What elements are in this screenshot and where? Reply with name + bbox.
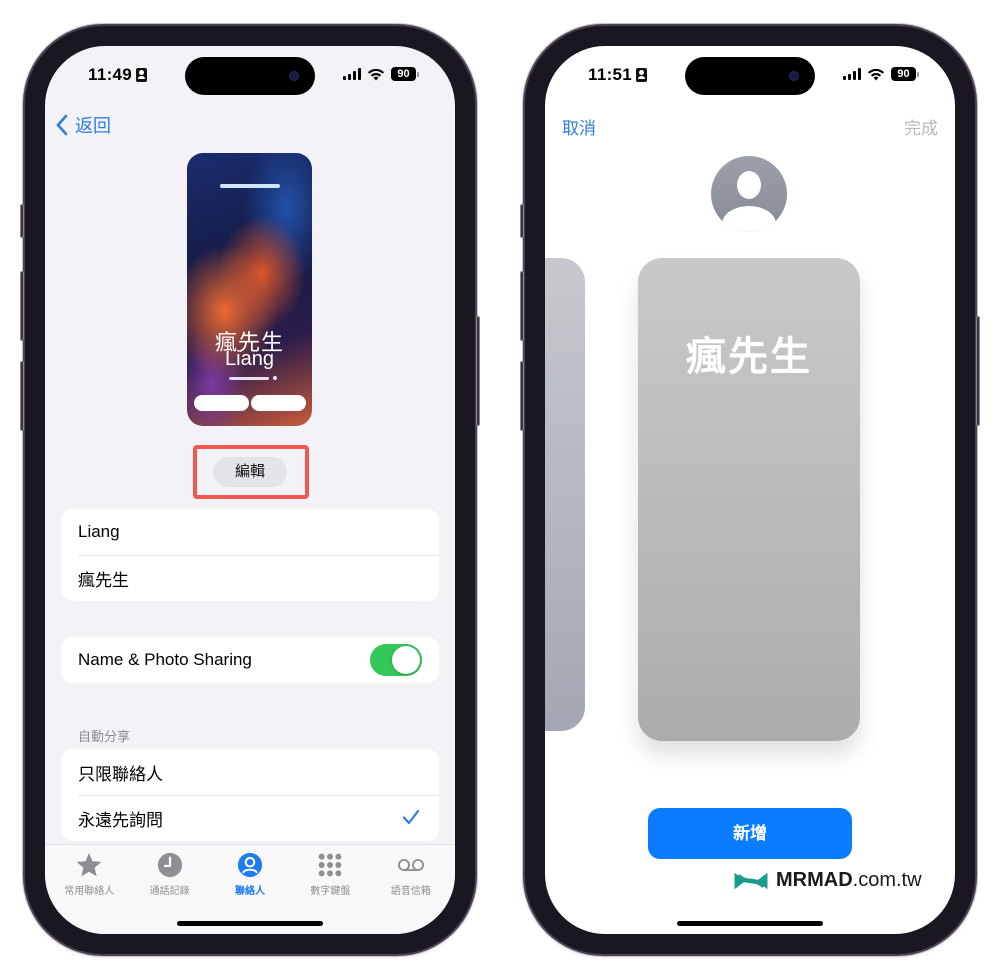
right-phone: 11:51 90 取消 完成 瘋先生 新增 MRMAD.com.tw [520,26,980,954]
status-indicators: 90 [843,67,919,81]
sharing-group: Name & Photo Sharing [61,637,439,683]
previous-poster-card[interactable] [545,258,585,731]
contact-card-icon [136,68,148,82]
name-group: Liang 瘋先生 [61,509,439,601]
action-button [20,204,24,238]
poster-picker-screen: 11:51 90 取消 完成 瘋先生 新增 MRMAD.com.tw [545,46,955,934]
name-photo-sharing-label: Name & Photo Sharing [78,650,252,669]
mrmad-logo-icon [734,872,768,889]
dynamic-island [685,57,815,95]
side-button [476,316,480,426]
tab-favorites[interactable]: 常用聯絡人 [49,851,129,934]
dynamic-island [185,57,315,95]
status-bar-time: 11:49 [88,65,148,85]
volume-down-button [20,361,24,431]
auto-share-section-label: 自動分享 [78,729,131,744]
status-bar-time: 11:51 [588,65,648,85]
person-circle-icon [237,852,263,878]
edit-button[interactable]: 編輯 [213,457,287,487]
poster-time-bar [220,184,280,188]
volume-up-button [520,271,524,341]
keypad-icon [319,853,342,877]
home-indicator[interactable] [677,921,823,926]
contact-poster-preview[interactable]: 瘋先生 Liang [187,153,312,426]
name-photo-sharing-toggle[interactable] [370,644,422,676]
status-indicators: 90 [343,67,419,81]
wifi-icon [868,68,884,80]
avatar-placeholder[interactable] [711,156,787,232]
back-button[interactable]: 返回 [55,112,111,138]
poster-name-en: Liang [225,348,274,370]
cellular-signal-icon [343,68,361,80]
auto-share-group: 只限聯絡人 永遠先詢問 [61,749,439,841]
add-button[interactable]: 新增 [648,808,852,859]
action-button [520,204,524,238]
poster-card[interactable]: 瘋先生 [638,258,860,741]
avatar-body [722,206,776,232]
name-row-second[interactable]: 瘋先生 [61,555,439,601]
wifi-icon [368,68,384,80]
side-button [976,316,980,426]
clock-icon [157,852,182,878]
mrmad-watermark: MRMAD.com.tw [732,869,922,892]
volume-down-button [520,361,524,431]
poster-pill-right [251,395,306,411]
name-photo-sharing-row: Name & Photo Sharing [61,637,439,683]
tab-voicemail[interactable]: 語音信箱 [371,851,451,934]
voicemail-icon [397,859,424,871]
cellular-signal-icon [843,68,861,80]
checkmark-icon [402,809,420,825]
contact-card-icon [636,68,648,82]
poster-card-name: 瘋先生 [686,335,812,379]
home-indicator[interactable] [177,921,323,926]
chevron-left-icon [56,114,68,136]
done-button[interactable]: 完成 [904,114,938,139]
auto-share-option-always-ask[interactable]: 永遠先詢問 [61,795,439,841]
name-row-first[interactable]: Liang [61,509,439,555]
avatar-head [737,171,761,199]
contact-detail-screen: 11:49 90 返回 瘋先生 Liang 編輯 Liang 瘋先生 Name … [45,46,455,934]
poster-pill-left [194,395,249,411]
volume-up-button [20,271,24,341]
battery-icon: 90 [891,67,919,81]
star-icon [76,853,102,877]
left-phone: 11:49 90 返回 瘋先生 Liang 編輯 Liang 瘋先生 Name … [20,26,480,954]
cancel-button[interactable]: 取消 [562,114,596,139]
auto-share-option-contacts-only[interactable]: 只限聯絡人 [61,749,439,795]
battery-icon: 90 [391,67,419,81]
